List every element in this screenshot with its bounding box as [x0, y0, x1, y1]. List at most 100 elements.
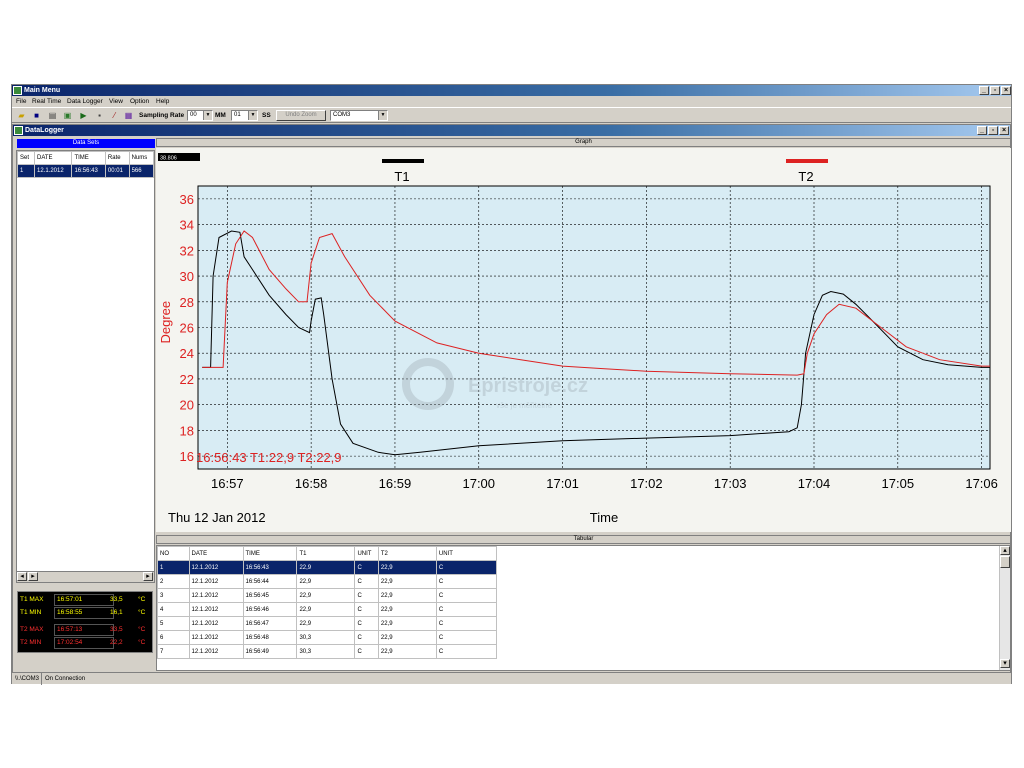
- print-icon[interactable]: ▤: [47, 110, 58, 121]
- x-tick-label: 16:59: [379, 476, 412, 491]
- tabular-vscrollbar[interactable]: ▴ ▾: [999, 546, 1010, 670]
- scroll-left-icon[interactable]: ◂: [17, 572, 27, 581]
- t1-min-value: 16,1: [110, 609, 123, 616]
- menu-help[interactable]: Help: [156, 97, 169, 106]
- scroll-right-end-icon[interactable]: ▸: [143, 572, 153, 581]
- cell: 16:56:44: [242, 574, 298, 589]
- cell: 30,3: [296, 644, 356, 659]
- cell: C: [354, 560, 379, 575]
- y-tick-label: 22: [180, 372, 194, 387]
- dataset-row[interactable]: 1 12.1.2012 16:56:43 00:01 566: [17, 164, 155, 178]
- x-tick-label: 16:58: [295, 476, 328, 491]
- restore-icon[interactable]: ▫: [990, 86, 1000, 95]
- tabular-header-row: NO DATE TIME T1 UNIT T2 UNIT: [157, 546, 498, 561]
- cell: 16:56:43: [71, 164, 106, 178]
- watermark-subtext: vše je měřitelné: [496, 401, 553, 410]
- cell: C: [435, 616, 498, 631]
- col-time: TIME: [71, 151, 106, 165]
- graph-header: Graph: [156, 138, 1011, 147]
- table-row[interactable]: 5 12.1.2012 16:56:47 22,9 C 22,9 C: [157, 616, 498, 631]
- datalogger-title-bar[interactable]: DataLogger _ ▫ ×: [13, 125, 1010, 136]
- graph-panel: 38.806 T1 T2 16 18 20 22 24 26 28 30 32 34 36 16:57…: [156, 148, 1011, 532]
- cell: 22,9: [296, 588, 356, 603]
- y-axis: 16 18 20 22 24 26 28 30 32 34 36: [180, 192, 194, 464]
- cell: 22,9: [296, 574, 356, 589]
- cell: 00:01: [104, 164, 130, 178]
- table-row[interactable]: 7 12.1.2012 16:56:49 30,3 C 22,9 C: [157, 644, 498, 659]
- cell: 22,9: [377, 574, 437, 589]
- cell: C: [354, 630, 379, 645]
- legend-label-t2: T2: [798, 169, 813, 184]
- stop-icon[interactable]: ▪: [94, 110, 105, 121]
- menu-option[interactable]: Option: [130, 97, 149, 106]
- table-row[interactable]: 6 12.1.2012 16:56:48 30,3 C 22,9 C: [157, 630, 498, 645]
- cell: C: [354, 602, 379, 617]
- cell: 22,9: [296, 560, 356, 575]
- main-title-bar[interactable]: Main Menu _ ▫ ×: [12, 85, 1011, 96]
- graph-chart[interactable]: 38.806 T1 T2 16 18 20 22 24 26 28 30 32 34 36 16:57…: [156, 148, 1011, 532]
- date-label: Thu 12 Jan 2012: [168, 510, 266, 525]
- t1-max-value: 33,5: [110, 596, 123, 603]
- restore-icon[interactable]: ▫: [988, 126, 998, 135]
- cell: 16:56:47: [242, 616, 298, 631]
- cell: 5: [157, 616, 190, 631]
- t2-max-value: 33,5: [110, 626, 123, 633]
- minutes-select[interactable]: 01 ▼: [231, 110, 258, 121]
- cell: 3: [157, 588, 190, 603]
- probe-icon[interactable]: ⁄: [109, 110, 120, 121]
- datalogger-icon: [14, 126, 23, 135]
- cursor-readout: 16:56:43 T1:22,9 T2:22,9: [196, 450, 342, 465]
- hours-select[interactable]: 00 ▼: [187, 110, 213, 121]
- y-tick-label: 28: [180, 295, 194, 310]
- scroll-thumb[interactable]: [1000, 556, 1010, 568]
- cell: 22,9: [377, 588, 437, 603]
- t1-max-label: T1 MAX: [20, 596, 44, 603]
- t2-min-value: 22,2: [110, 639, 123, 646]
- cell: C: [435, 644, 498, 659]
- minimize-icon[interactable]: _: [977, 126, 987, 135]
- datasets-hscrollbar[interactable]: ◂ ▸ ▸: [17, 571, 154, 582]
- table-row[interactable]: 2 12.1.2012 16:56:44 22,9 C 22,9 C: [157, 574, 498, 589]
- cell: 12.1.2012: [33, 164, 73, 178]
- table-row[interactable]: 3 12.1.2012 16:56:45 22,9 C 22,9 C: [157, 588, 498, 603]
- datasets-table-panel: Set DATE TIME Rate Nums 1 12.1.2012 16:5…: [16, 150, 155, 583]
- cell: 12.1.2012: [188, 630, 244, 645]
- chart-icon[interactable]: ▦: [123, 110, 134, 121]
- port-select[interactable]: COM3 ▼: [330, 110, 388, 121]
- x-tick-label: 17:01: [546, 476, 579, 491]
- t1-min-unit: °C: [138, 609, 146, 616]
- t1-max-time: 16:57:01: [54, 594, 114, 606]
- col-nums: Nums: [128, 151, 155, 165]
- x-axis: 16:57 16:58 16:59 17:00 17:01 17:02 17:03 17:04…: [211, 476, 998, 491]
- play-icon[interactable]: ▶: [78, 110, 89, 121]
- cell: 6: [157, 630, 190, 645]
- x-tick-label: 16:57: [211, 476, 244, 491]
- minimize-icon[interactable]: _: [979, 86, 989, 95]
- status-connection: On Connection: [45, 676, 86, 682]
- watermark-text: Epristroje.cz: [468, 375, 588, 397]
- save-icon[interactable]: ■: [31, 110, 42, 121]
- scroll-down-icon[interactable]: ▾: [1000, 659, 1010, 668]
- close-icon[interactable]: ×: [999, 126, 1009, 135]
- undo-zoom-button[interactable]: Undo Zoom: [276, 110, 326, 121]
- close-icon[interactable]: ×: [1001, 86, 1011, 95]
- sampling-rate-label: Sampling Rate: [139, 112, 185, 119]
- scroll-up-icon[interactable]: ▴: [1000, 546, 1010, 555]
- table-row[interactable]: 1 12.1.2012 16:56:43 22,9 C 22,9 C: [157, 560, 498, 575]
- col-date: DATE: [33, 151, 73, 165]
- t1-max-unit: °C: [138, 596, 146, 603]
- open-folder-icon[interactable]: ▰: [16, 110, 27, 121]
- scroll-right-icon[interactable]: ▸: [28, 572, 38, 581]
- menu-file[interactable]: File: [16, 97, 26, 106]
- min-max-panel: T1 MAX 16:57:01 33,5 °C T1 MIN 16:58:55 …: [17, 591, 153, 653]
- x-tick-label: 17:05: [882, 476, 915, 491]
- menu-view[interactable]: View: [109, 97, 123, 106]
- menu-data-logger[interactable]: Data Logger: [67, 97, 103, 106]
- datasets-table: Set DATE TIME Rate Nums 1 12.1.2012 16:5…: [17, 151, 155, 178]
- menu-real-time[interactable]: Real Time: [32, 97, 61, 106]
- cell: 22,9: [377, 644, 437, 659]
- export-icon[interactable]: ▣: [62, 110, 73, 121]
- menu-bar: File Real Time Data Logger View Option H…: [12, 96, 1011, 107]
- table-row[interactable]: 4 12.1.2012 16:56:46 22,9 C 22,9 C: [157, 602, 498, 617]
- y-tick-label: 30: [180, 269, 194, 284]
